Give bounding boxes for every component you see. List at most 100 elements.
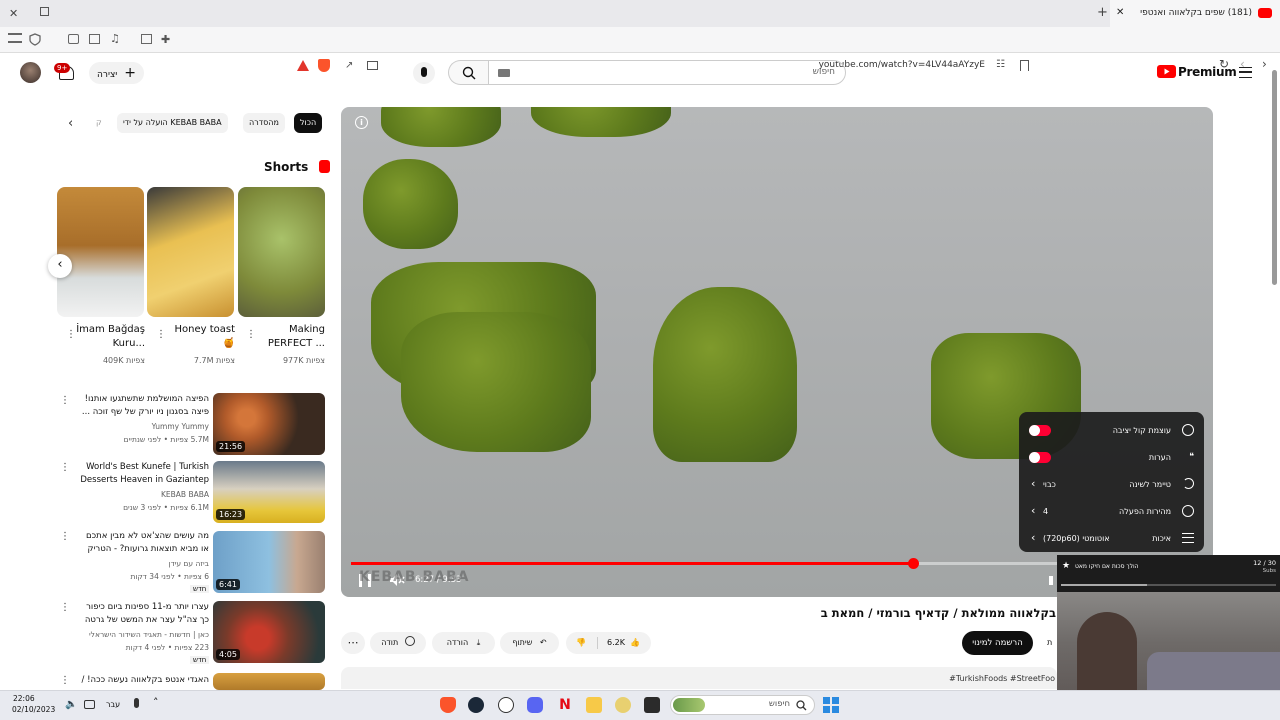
wallet-icon[interactable] [68, 34, 79, 44]
download-button[interactable]: הורדה ⤓ [432, 632, 495, 654]
short-thumbnail-2[interactable] [147, 187, 234, 317]
new-tab-button[interactable]: + [1097, 5, 1108, 20]
like-icon[interactable]: 👍 [630, 632, 640, 654]
chevron-left-icon: ‹ [1031, 477, 1036, 490]
video-channel-2[interactable]: KEBAB BABA [78, 490, 209, 499]
chip-all[interactable]: הכול [294, 113, 323, 133]
sidebar-menu-icon[interactable] [8, 33, 22, 43]
settings-quality[interactable]: ‹ אוטומטי (720p60) איכות [1019, 525, 1204, 552]
shorts-prev-button[interactable]: ‹ [48, 254, 72, 278]
bookmark-icon[interactable] [1020, 60, 1029, 71]
keyboard-icon[interactable] [498, 69, 510, 77]
search-button[interactable] [448, 60, 488, 85]
app-icon[interactable] [615, 697, 631, 713]
video-thumbnail-5[interactable] [213, 673, 325, 690]
share-button[interactable]: שיתוף ↶ [500, 632, 559, 654]
progress-handle[interactable] [908, 558, 920, 569]
restore-window-icon[interactable] [40, 7, 49, 16]
chip-series[interactable]: מהסדרה [243, 113, 285, 133]
more-actions-button[interactable]: ⋯ [341, 632, 365, 654]
speaker-icon[interactable]: 🔈 [65, 699, 77, 710]
active-tab[interactable]: (181) שפים בקלאווה ואנטפי בקו ✕ [1110, 0, 1280, 27]
video-channel-1[interactable]: Yummy Yummy [78, 422, 209, 431]
forward-icon[interactable]: › [1262, 57, 1267, 71]
file-explorer-icon[interactable] [586, 697, 602, 713]
video-menu-4[interactable]: ⋮ [60, 601, 70, 615]
mic-tray-icon[interactable] [134, 698, 139, 708]
annotations-toggle[interactable] [1029, 452, 1051, 463]
video-thumbnail-3[interactable]: 6:41 [213, 531, 325, 593]
video-menu-2[interactable]: ⋮ [60, 461, 70, 475]
search-input[interactable]: חיפוש [488, 60, 846, 85]
sidebar-toggle-icon[interactable] [89, 34, 100, 44]
music-icon[interactable]: ♫ [110, 32, 124, 46]
screenshot-icon[interactable] [367, 61, 378, 70]
short-menu-2[interactable]: ⋮ [156, 328, 166, 342]
short-thumbnail-3[interactable] [57, 187, 144, 317]
chips-prev-icon[interactable]: ‹ [68, 116, 73, 131]
video-title-3[interactable]: מה עושים שהצ'אט לא מבין אתכם או מביא תוצ… [78, 530, 209, 556]
video-title: בקלאווה ממולאת / קדאיף בורמזי / חמאת בוט… [820, 606, 1056, 620]
brave-rewards-icon[interactable] [297, 60, 309, 71]
short-title-3[interactable]: İmam Bağdaş Kuru... [70, 323, 145, 351]
short-title-1[interactable]: Making PERFECT ... [250, 323, 325, 351]
brave-shield-icon[interactable] [318, 59, 330, 72]
hashtags[interactable]: #TurkishFoods #StreetFoo [949, 674, 1055, 683]
steam-app-icon[interactable] [468, 697, 484, 713]
language-indicator[interactable]: עבר [106, 700, 120, 709]
terminal-app-icon[interactable] [644, 697, 660, 713]
search-widget-image [673, 698, 705, 712]
thanks-button[interactable]: תודה [370, 632, 426, 654]
calendar-icon[interactable] [141, 34, 152, 44]
video-duration-2: 16:23 [216, 509, 246, 520]
site-settings-icon[interactable]: ☷ [996, 59, 1005, 70]
video-channel-4[interactable]: כאן | חדשות - תאגיד השידור הישראלי [78, 630, 209, 639]
share-page-icon[interactable]: ↗ [345, 60, 353, 71]
video-menu-1[interactable]: ⋮ [60, 394, 70, 408]
video-menu-5[interactable]: ⋮ [60, 674, 70, 688]
discord-app-icon[interactable] [527, 697, 543, 713]
video-title-5[interactable]: האגדי אנטפ בקלאווה נעשה ככה! / ... [78, 674, 209, 688]
subscribe-button[interactable]: הרשמה למינוי [962, 631, 1033, 655]
extensions-icon[interactable]: ✚ [161, 33, 175, 47]
chatgpt-app-icon[interactable] [498, 697, 514, 713]
video-title-1[interactable]: הפיצה המושלמת שתשתגעו אותנו! פיצה בסגנון… [78, 393, 209, 419]
video-title-2[interactable]: World's Best Kunefe | Turkish Desserts H… [78, 461, 209, 487]
account-avatar[interactable] [20, 62, 41, 83]
description-box[interactable]: #TurkishFoods #StreetFoo [341, 667, 1057, 689]
taskbar-search[interactable]: חיפוש [670, 695, 815, 715]
short-menu-1[interactable]: ⋮ [246, 328, 256, 342]
netflix-app-icon[interactable]: N [557, 697, 573, 713]
short-menu-3[interactable]: ⋮ [66, 328, 76, 342]
brave-app-icon[interactable] [440, 697, 456, 713]
settings-sleep-timer[interactable]: ‹ כבוי טיימר לשינה [1019, 471, 1204, 498]
scrollbar-thumb[interactable] [1272, 70, 1277, 285]
info-icon[interactable]: i [355, 116, 368, 129]
video-thumbnail-1[interactable]: 21:56 [213, 393, 325, 455]
dislike-icon[interactable]: 👎 [576, 632, 586, 654]
chip-uploaded-by[interactable]: הועלה על ידי KEBAB BABA [117, 113, 228, 133]
close-window-icon[interactable]: ✕ [9, 7, 18, 20]
shield-icon[interactable] [29, 33, 43, 47]
short-thumbnail-1[interactable] [238, 187, 325, 317]
stable-volume-toggle[interactable] [1029, 425, 1051, 436]
guide-menu-icon[interactable] [1239, 67, 1252, 78]
miniplayer-icon[interactable] [1049, 576, 1053, 585]
create-button[interactable]: יצירה + [89, 62, 144, 84]
windows-start-icon[interactable] [823, 697, 839, 713]
short-title-2[interactable]: Honey toast 🍯 [160, 323, 235, 351]
tray-overflow-icon[interactable]: ˄ [153, 696, 159, 709]
video-thumbnail-2[interactable]: 16:23 [213, 461, 325, 523]
voice-search-button[interactable] [413, 62, 435, 84]
video-menu-3[interactable]: ⋮ [60, 530, 70, 544]
settings-playback-speed[interactable]: ‹ 4 מהירות הפעלה [1019, 498, 1204, 525]
sleep-timer-value: כבוי [1043, 480, 1056, 489]
settings-stable-volume[interactable]: עוצמת קול יציבה [1019, 417, 1204, 444]
video-thumbnail-4[interactable]: 4:05 [213, 601, 325, 663]
chip-more[interactable]: ק [90, 113, 108, 133]
network-icon[interactable] [84, 700, 95, 709]
video-channel-3[interactable]: ביזה עם עידן [78, 559, 209, 568]
video-title-4[interactable]: עצרו יותר מ-11 ספינות ביום כיפור כך צה"ל… [78, 601, 209, 627]
close-tab-icon[interactable]: ✕ [1116, 7, 1124, 18]
settings-annotations[interactable]: הערות ❝ [1019, 444, 1204, 471]
